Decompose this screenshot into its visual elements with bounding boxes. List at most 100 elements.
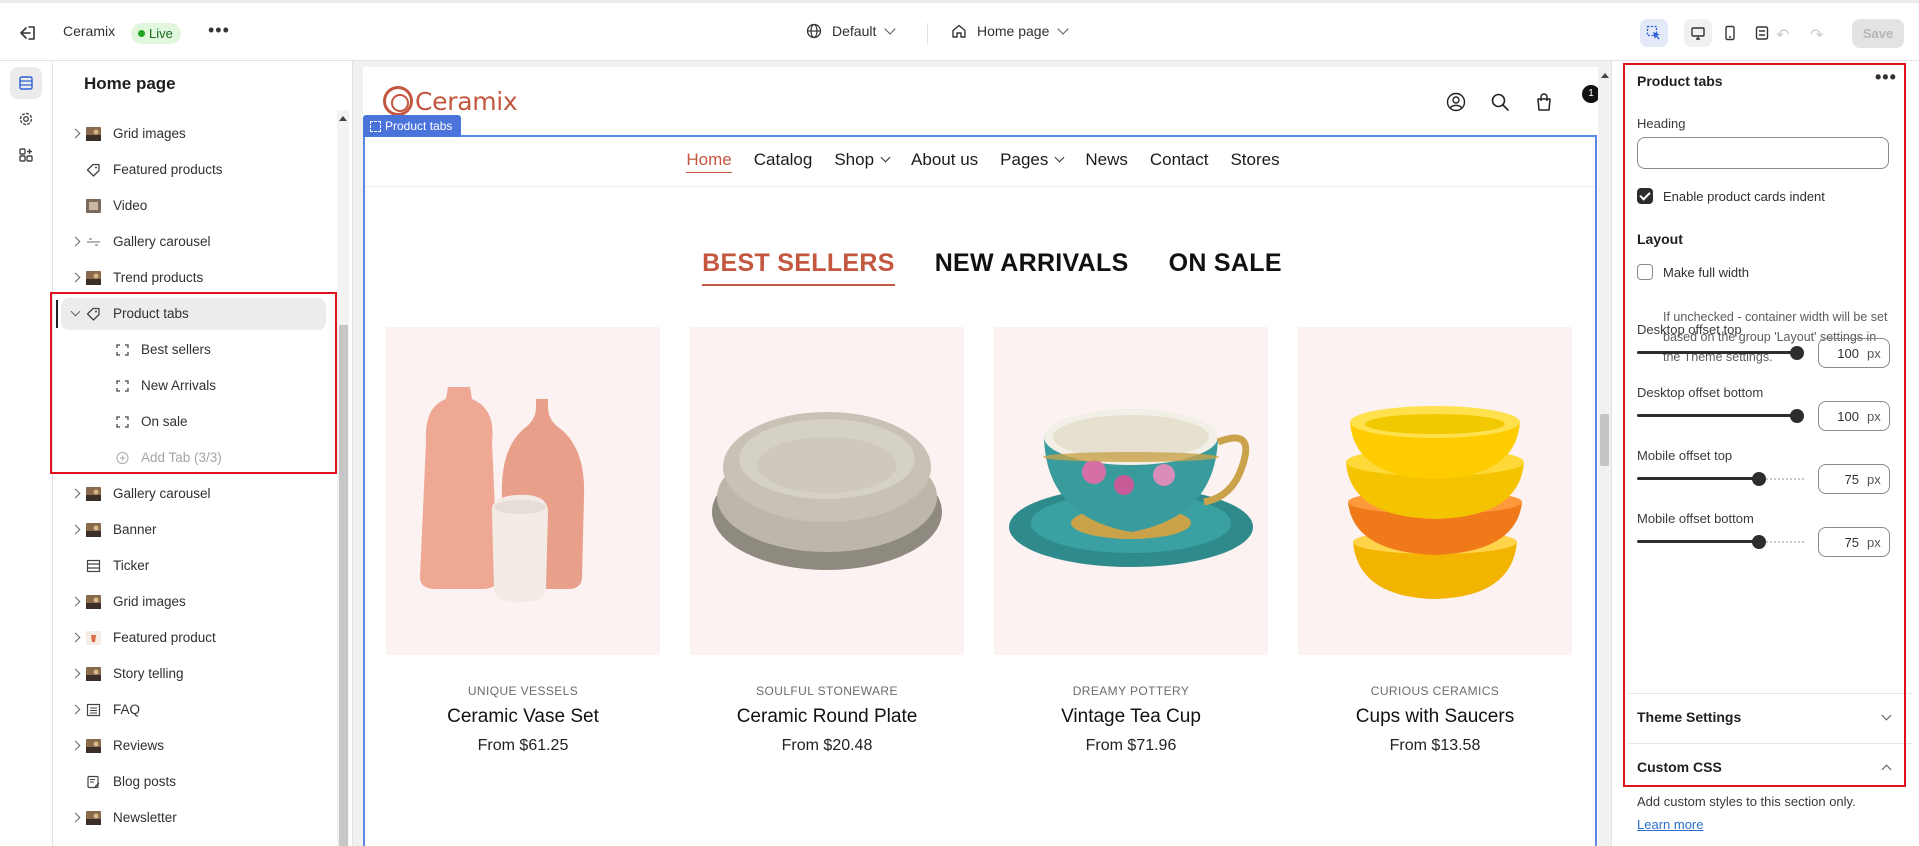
chevron-right-icon[interactable] bbox=[70, 632, 81, 643]
page-selector[interactable]: Home page bbox=[951, 23, 1070, 39]
sidebar-item-label: FAQ bbox=[113, 702, 141, 717]
blog-icon bbox=[86, 775, 101, 789]
apps-button[interactable] bbox=[10, 139, 42, 171]
image-thumb-icon bbox=[86, 667, 101, 681]
divider bbox=[927, 23, 928, 45]
sidebar-section-item[interactable]: Ticker bbox=[53, 548, 337, 584]
more-actions-icon[interactable]: ••• bbox=[208, 21, 229, 43]
sidebar-item-label: Reviews bbox=[113, 738, 165, 753]
video-thumb-icon bbox=[86, 199, 101, 213]
save-button[interactable]: Save bbox=[1852, 19, 1904, 48]
theme-label: Default bbox=[832, 23, 877, 39]
store-logo[interactable]: Ceramix bbox=[383, 86, 518, 116]
image-thumb-icon bbox=[86, 811, 101, 825]
image-thumb-icon bbox=[86, 523, 101, 537]
sidebar-item-label: Gallery carousel bbox=[113, 234, 211, 249]
preview-scrollbar[interactable] bbox=[1598, 61, 1611, 846]
sidebar-section-item[interactable]: Trend products bbox=[53, 260, 337, 296]
tag-icon bbox=[86, 163, 101, 177]
chevron-right-icon[interactable] bbox=[70, 812, 81, 823]
chevron-down-icon bbox=[1057, 23, 1070, 35]
mobile-icon bbox=[1725, 25, 1735, 41]
chevron-right-icon[interactable] bbox=[70, 488, 81, 499]
learn-more-link[interactable]: Learn more bbox=[1637, 817, 1703, 832]
account-icon[interactable] bbox=[1446, 92, 1466, 112]
custom-css-help: Add custom styles to this section only. bbox=[1637, 794, 1856, 809]
cart-count-badge: 1 bbox=[1582, 85, 1599, 103]
mobile-view-button[interactable] bbox=[1716, 19, 1744, 47]
product-thumb-icon bbox=[86, 631, 101, 645]
sidebar-section-item[interactable]: Grid images bbox=[53, 116, 337, 152]
sidebar-item-label: Banner bbox=[113, 522, 157, 537]
image-thumb-icon bbox=[86, 487, 101, 501]
home-icon bbox=[952, 24, 966, 38]
gallery-icon bbox=[86, 235, 101, 249]
chevron-right-icon[interactable] bbox=[70, 524, 81, 535]
chevron-right-icon[interactable] bbox=[70, 596, 81, 607]
theme-selector[interactable]: Default bbox=[806, 23, 897, 39]
sidebar-title: Home page bbox=[84, 74, 176, 93]
image-thumb-icon bbox=[86, 271, 101, 285]
theme-settings-button[interactable] bbox=[10, 103, 42, 135]
scroll-up-arrow-icon[interactable] bbox=[339, 116, 347, 121]
sidebar-section-item[interactable]: Featured product bbox=[53, 620, 337, 656]
sidebar-section-item[interactable]: Grid images bbox=[53, 584, 337, 620]
search-icon[interactable] bbox=[1490, 92, 1510, 112]
header-icons bbox=[1446, 92, 1554, 112]
list-icon bbox=[86, 703, 101, 717]
exit-icon[interactable] bbox=[18, 23, 38, 43]
store-name: Ceramix bbox=[63, 23, 116, 39]
undo-icon[interactable]: ↶ bbox=[1776, 25, 1789, 45]
sidebar-item-label: Gallery carousel bbox=[113, 486, 211, 501]
selected-section-outline bbox=[363, 135, 1597, 846]
scrollbar-thumb[interactable] bbox=[1600, 414, 1609, 466]
sidebar-section-item[interactable]: Gallery carousel bbox=[53, 476, 337, 512]
sections-icon bbox=[19, 76, 33, 90]
sidebar-section-item[interactable]: Video bbox=[53, 188, 337, 224]
redo-icon[interactable]: ↷ bbox=[1810, 25, 1823, 45]
sidebar-item-label: Grid images bbox=[113, 594, 186, 609]
top-bar: Ceramix Live ••• Default Home page ↶ ↷ S… bbox=[0, 0, 1919, 61]
sidebar-section-item[interactable]: Story telling bbox=[53, 656, 337, 692]
image-thumb-icon bbox=[86, 739, 101, 753]
sidebar-item-label: Ticker bbox=[113, 558, 150, 573]
ticker-icon bbox=[86, 559, 101, 573]
sections-button[interactable] bbox=[10, 67, 42, 99]
desktop-view-button[interactable] bbox=[1684, 19, 1712, 47]
scroll-up-arrow-icon[interactable] bbox=[1601, 73, 1609, 78]
chevron-right-icon[interactable] bbox=[70, 668, 81, 679]
sidebar-section-item[interactable]: Newsletter bbox=[53, 800, 337, 836]
chevron-right-icon[interactable] bbox=[70, 128, 81, 139]
image-thumb-icon bbox=[86, 595, 101, 609]
sidebar-section-item[interactable]: Banner bbox=[53, 512, 337, 548]
gear-icon bbox=[19, 112, 33, 126]
chevron-right-icon[interactable] bbox=[70, 740, 81, 751]
fullscreen-view-button[interactable] bbox=[1748, 19, 1776, 47]
status-badge: Live bbox=[131, 23, 181, 44]
logo-mark-icon bbox=[383, 86, 413, 116]
section-tag[interactable]: Product tabs bbox=[363, 115, 462, 137]
highlight-box bbox=[50, 292, 337, 474]
chevron-down-icon bbox=[884, 23, 897, 35]
cart-icon[interactable] bbox=[1534, 92, 1554, 112]
highlight-box bbox=[1623, 63, 1906, 787]
chevron-right-icon[interactable] bbox=[70, 272, 81, 283]
chevron-right-icon[interactable] bbox=[70, 704, 81, 715]
store-preview: Ceramix 1 Home Catalog Shop About us Pages Ne… bbox=[363, 67, 1599, 846]
globe-icon bbox=[806, 23, 822, 39]
scrollbar-thumb[interactable] bbox=[339, 325, 348, 846]
inspector-button[interactable] bbox=[1640, 19, 1668, 47]
left-rail bbox=[0, 61, 53, 846]
sidebar-section-item[interactable]: Blog posts bbox=[53, 764, 337, 800]
preview-canvas: Ceramix 1 Home Catalog Shop About us Pages Ne… bbox=[353, 61, 1611, 846]
sidebar-section-item[interactable]: FAQ bbox=[53, 692, 337, 728]
sidebar-item-label: Story telling bbox=[113, 666, 184, 681]
chevron-right-icon[interactable] bbox=[70, 236, 81, 247]
sidebar-item-label: Trend products bbox=[113, 270, 204, 285]
sidebar-section-item[interactable]: Gallery carousel bbox=[53, 224, 337, 260]
sidebar-section-item[interactable]: Featured products bbox=[53, 152, 337, 188]
sidebar-section-item[interactable]: Reviews bbox=[53, 728, 337, 764]
sidebar-item-label: Featured product bbox=[113, 630, 216, 645]
sidebar-scrollbar[interactable] bbox=[337, 110, 349, 846]
